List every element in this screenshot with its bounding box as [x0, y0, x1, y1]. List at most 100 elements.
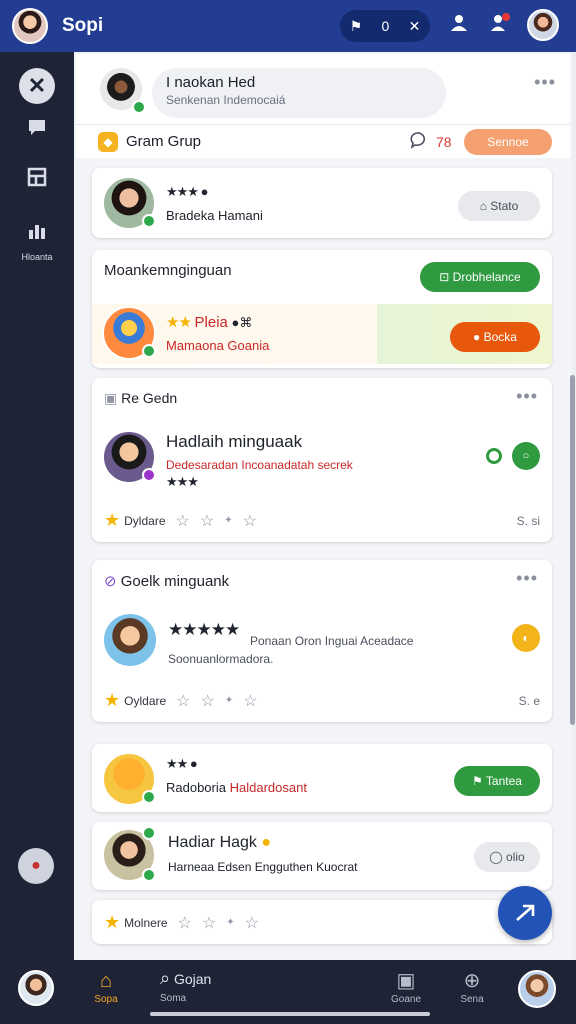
post-card-7: ★ Molnere ☆ ☆ ✦ ☆: [92, 900, 552, 944]
post-subtitle: Dedesaradan Incoanadatah secrek: [166, 458, 353, 472]
conversation-name: I naokan Hed: [166, 74, 256, 91]
star-icon: ★: [104, 690, 121, 710]
post-card-2: Moankemnginguan ⊡ Drobhelance ★★ Pleia ●…: [92, 250, 552, 368]
go-button[interactable]: ○: [512, 442, 540, 470]
people-icon: ⚑: [349, 17, 363, 34]
post-name: Radoboria Haldardosant: [166, 780, 307, 795]
rating-stars: ★★ Pleia ●⌘: [166, 314, 253, 331]
star-outline-icon[interactable]: ☆: [176, 511, 190, 531]
more-icon[interactable]: •••: [516, 386, 538, 407]
reply-button-label: olio: [506, 850, 525, 864]
online-dot: [132, 100, 146, 114]
rating-stars: ★★ ●: [166, 756, 198, 771]
follow-button-label: Tantea: [485, 774, 522, 788]
profile-avatar[interactable]: [12, 8, 48, 44]
online-dot: [142, 344, 156, 358]
card-title: Moankemnginguan: [104, 262, 232, 279]
sidebar: ✕ Hloanta: [0, 52, 74, 960]
star-outline-icon[interactable]: ☆: [243, 511, 257, 531]
post-name-secondary: Haldardosant: [229, 780, 307, 795]
post-subtitle: Mamaona Goania: [166, 338, 270, 353]
follow-button[interactable]: ⚑ Tantea: [454, 766, 540, 796]
post-name: Pleia: [194, 314, 228, 331]
star-outline-icon[interactable]: ✦: [224, 515, 232, 526]
post-avatar[interactable]: [102, 612, 158, 668]
chart-icon[interactable]: [19, 218, 55, 254]
post-line-2: Soonuanlormadora.: [168, 652, 274, 666]
more-icon[interactable]: •••: [534, 72, 556, 93]
conversation-subtitle: Senkenan Indemocaiá: [166, 93, 286, 107]
star-outline-icon[interactable]: ☆: [200, 511, 214, 531]
star-outline-icon[interactable]: ☆: [201, 691, 215, 711]
emoji-icon: ●: [261, 834, 272, 851]
nav-chat[interactable]: ▣ Goane: [384, 968, 428, 1005]
post-title: Hadlaih minguaak: [166, 432, 303, 451]
rating-row[interactable]: ★ Oyldare ☆ ☆ ✦ ☆: [104, 690, 258, 711]
post-line-1: Ponaan Oron Inguai Aceadace: [250, 634, 414, 648]
star-outline-icon[interactable]: ✦: [226, 917, 234, 928]
chat-icon: ▣: [396, 970, 416, 992]
online-dot: [142, 826, 156, 840]
home-indicator: [150, 1012, 430, 1016]
conversation-bubble[interactable]: I naokan Hed Senkenan Indemocaiá: [152, 68, 446, 118]
close-icon[interactable]: ✕: [19, 68, 55, 104]
star-outline-icon[interactable]: ☆: [176, 691, 190, 711]
online-dot: [142, 790, 156, 804]
search-icon: ⌕: [160, 968, 171, 988]
explore-icon: ⊕: [463, 970, 481, 992]
star-outline-icon[interactable]: ☆: [178, 913, 192, 933]
more-icon[interactable]: •••: [516, 568, 538, 589]
group-button[interactable]: Sennoe: [464, 129, 552, 155]
account-avatar[interactable]: [527, 9, 559, 41]
rating-label: Molnere: [124, 915, 168, 930]
pill-close-icon[interactable]: ✕: [409, 18, 421, 35]
section-title: ⊘ Goelk minguank: [104, 572, 229, 590]
rating-stars: ★★★ ●: [166, 184, 208, 199]
compose-fab[interactable]: [498, 886, 552, 940]
nav-search[interactable]: ⌕ Gojan Soma: [160, 968, 240, 1004]
post-subtitle: Harneaa Edsen Engguthen Kuocrat: [168, 860, 358, 874]
join-button[interactable]: ⊡ Drobhelance: [420, 262, 540, 292]
grid-icon[interactable]: [19, 164, 55, 200]
section-title: ▣ Re Gedn: [104, 390, 177, 407]
group-label: Gram Grup: [126, 133, 202, 150]
post-name-label: Hadiar Hagk: [168, 834, 257, 851]
status-pill[interactable]: ⚑ 0 ✕: [340, 10, 430, 42]
rating-row[interactable]: ★ Molnere ☆ ☆ ✦ ☆: [104, 912, 259, 933]
reply-button[interactable]: ◯ olio: [474, 842, 540, 872]
online-dot: [142, 214, 156, 228]
star-outline-icon[interactable]: ☆: [202, 913, 216, 933]
status-button[interactable]: ⌂ Stato: [458, 191, 540, 221]
home-icon: ⌂: [99, 970, 113, 992]
section-label: Re Gedn: [121, 390, 178, 406]
status-button[interactable]: ◐: [512, 624, 540, 652]
comment-icon[interactable]: [410, 131, 428, 154]
star-outline-icon[interactable]: ☆: [245, 913, 259, 933]
post-card-4: ⊘ Goelk minguank ••• ★★★★★ Ponaan Oron I…: [92, 560, 552, 722]
scrollbar[interactable]: [570, 375, 575, 725]
nav-profile-avatar[interactable]: [518, 970, 556, 1008]
nav-explore[interactable]: ⊕ Sena: [450, 968, 494, 1005]
alert-icon[interactable]: ●: [18, 848, 54, 884]
action-button[interactable]: ● Bocka: [450, 322, 540, 352]
friends-icon[interactable]: [488, 13, 514, 39]
post-card-1: ★★★ ● Bradeka Hamani ⌂ Stato: [92, 168, 552, 238]
post-card-6: Hadiar Hagk ● Harneaa Edsen Engguthen Ku…: [92, 822, 552, 890]
user-icon[interactable]: [446, 13, 472, 39]
online-dot: [142, 868, 156, 882]
rating-row[interactable]: ★ Dyldare ☆ ☆ ✦ ☆: [104, 510, 257, 531]
nav-home[interactable]: ⌂ Sopa: [86, 968, 126, 1005]
nav-explore-label: Sena: [460, 994, 484, 1005]
post-name-primary: Radoboria: [166, 780, 226, 795]
star-outline-icon[interactable]: ☆: [243, 691, 257, 711]
rating-end: S. e: [518, 694, 540, 708]
star-icon: ★: [104, 510, 121, 530]
star-outline-icon[interactable]: ✦: [225, 695, 233, 706]
app-title: Sopi: [62, 15, 104, 36]
rating-stars: ★★★★★: [168, 620, 240, 639]
chat-bubble-icon[interactable]: [19, 114, 55, 150]
nav-avatar[interactable]: [18, 970, 54, 1006]
nav-home-label: Sopa: [94, 994, 118, 1005]
nav-search-sub: Soma: [160, 993, 187, 1004]
toggle-indicator[interactable]: [486, 448, 502, 464]
